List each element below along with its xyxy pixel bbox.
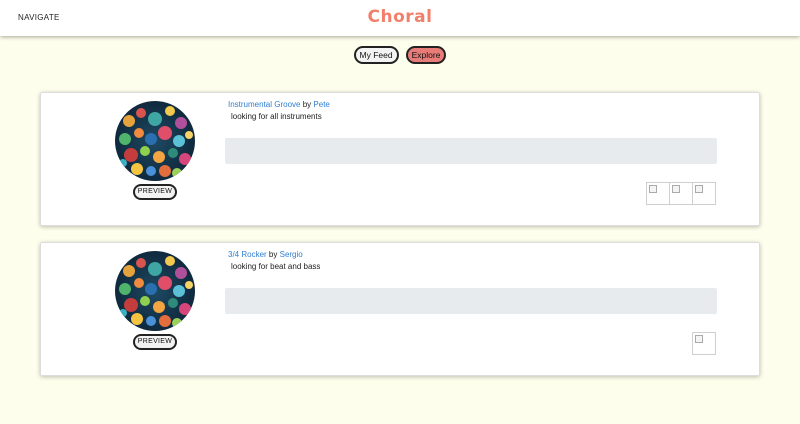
contributor-avatars: [692, 332, 716, 355]
by-label: by: [268, 250, 278, 259]
contributor-avatar-image[interactable]: [646, 182, 670, 205]
feed-tabs: My Feed Explore: [0, 46, 800, 64]
preview-button[interactable]: PREVIEW: [133, 184, 177, 200]
post-card: PREVIEW 3/4 Rocker by Sergio looking for…: [40, 242, 760, 376]
coral-reef-artwork: [115, 251, 195, 331]
top-navbar: NAVIGATE Choral: [0, 0, 800, 36]
album-cover-image: [115, 101, 195, 181]
track-title-link[interactable]: Instrumental Groove: [228, 100, 300, 109]
tab-explore[interactable]: Explore: [405, 46, 447, 64]
post-title: Instrumental Groove by Pete: [228, 100, 330, 109]
audio-waveform-player[interactable]: [225, 138, 717, 164]
contributor-avatar-image[interactable]: [669, 182, 693, 205]
brand-logo[interactable]: Choral: [0, 7, 800, 27]
contributor-avatar-image[interactable]: [692, 182, 716, 205]
post-title: 3/4 Rocker by Sergio: [228, 250, 303, 259]
audio-waveform-player[interactable]: [225, 288, 717, 314]
post-card: PREVIEW Instrumental Groove by Pete look…: [40, 92, 760, 226]
contributor-avatars: [646, 182, 716, 205]
tab-my-feed[interactable]: My Feed: [353, 46, 399, 64]
username-link[interactable]: Sergio: [280, 250, 303, 259]
preview-button[interactable]: PREVIEW: [133, 334, 177, 350]
album-cover-image: [115, 251, 195, 331]
track-title-link[interactable]: 3/4 Rocker: [228, 250, 267, 259]
post-description: looking for all instruments: [231, 112, 322, 121]
contributor-avatar-image[interactable]: [692, 332, 716, 355]
by-label: by: [302, 100, 312, 109]
username-link[interactable]: Pete: [313, 100, 329, 109]
coral-reef-artwork: [115, 101, 195, 181]
post-description: looking for beat and bass: [231, 262, 321, 271]
